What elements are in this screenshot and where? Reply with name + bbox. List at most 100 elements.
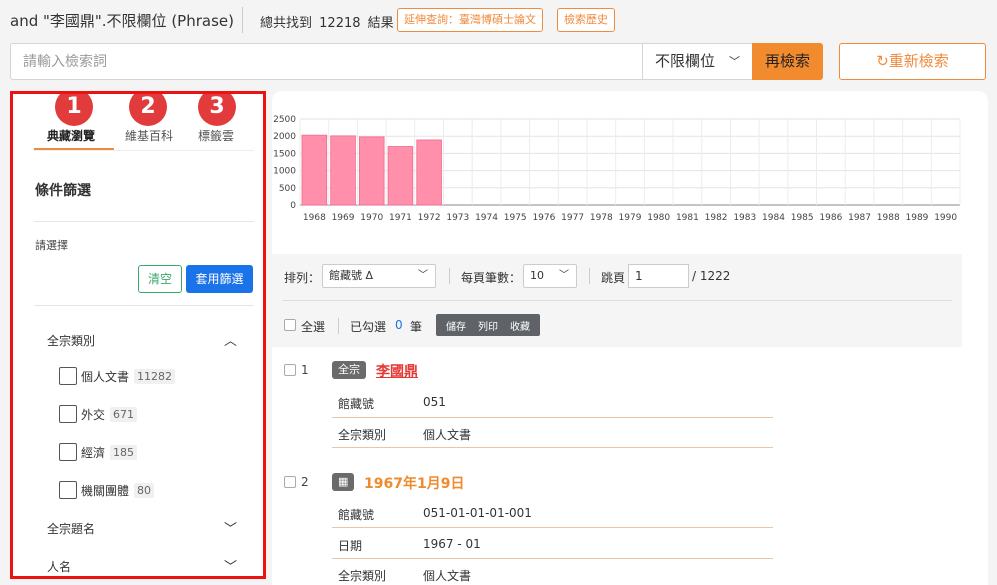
chevron-up-icon[interactable]: ︿ (224, 330, 237, 349)
tab-collection-browse[interactable]: 典藏瀏覽 (47, 127, 95, 144)
year-distribution-chart: 0 500 1000 1500 2000 2500 1968 1969 1970 1971 1972… (273, 115, 961, 223)
select-all-checkbox[interactable] (284, 319, 296, 331)
x-tick-label: 1981 (676, 213, 699, 223)
x-tick-label: 1988 (877, 213, 900, 223)
result-checkbox[interactable] (284, 364, 296, 376)
y-tick-label: 2500 (273, 115, 296, 125)
bar-1970[interactable] (358, 136, 385, 206)
total-prefix: 總共找到 (260, 16, 313, 31)
result-index: 1 (301, 363, 309, 377)
badge-2: 2 (129, 94, 167, 126)
top-bar: and "李國鼎".不限欄位 (Phrase) 總共找到 12218 結果 延伸… (0, 0, 997, 40)
meta-value: 051 (423, 395, 446, 409)
divider (332, 527, 773, 528)
tabs-baseline (34, 150, 254, 151)
result-title-link[interactable]: 1967年1月9日 (364, 473, 464, 493)
reset-label: 重新檢索 (888, 52, 949, 70)
x-tick-label: 1987 (848, 213, 871, 223)
clear-filter-button[interactable]: 清空 (138, 265, 182, 293)
bar-1972[interactable] (416, 139, 442, 206)
facet-item-count: 11282 (134, 368, 176, 384)
x-tick-label: 1982 (705, 213, 728, 223)
checkbox[interactable] (59, 481, 77, 499)
y-tick-label: 1500 (273, 149, 296, 159)
facet-item-count: 80 (134, 482, 155, 498)
select-all-label[interactable]: 全選 (301, 318, 325, 335)
collect-button[interactable]: 收藏 (504, 318, 536, 333)
apply-filter-button[interactable]: 套用篩選 (186, 265, 253, 293)
extend-query-button[interactable]: 延伸查詢：臺灣博碩士論文 (397, 8, 543, 32)
total-count: 12218 (319, 16, 361, 31)
field-select[interactable]: 不限欄位 ﹀ (642, 44, 752, 79)
checked-count: 0 (395, 318, 403, 332)
page-total: / 1222 (692, 269, 731, 283)
facet-item[interactable]: 機關團體 80 (59, 480, 155, 500)
facet-item[interactable]: 個人文書 11282 (59, 366, 176, 386)
result-type-badge: 全宗 (332, 361, 366, 379)
divider (34, 221, 254, 222)
meta-label: 全宗類別 (338, 569, 387, 583)
refresh-icon: ↻ (876, 52, 889, 70)
facet-item-count: 671 (110, 406, 138, 422)
reset-search-button[interactable]: ↻重新檢索 (839, 43, 986, 80)
save-button[interactable]: 儲存 (440, 318, 472, 333)
divider (332, 447, 773, 448)
search-history-button[interactable]: 檢索歷史 (557, 8, 615, 32)
page-input[interactable]: 1 (628, 264, 689, 288)
facet-fonds-category[interactable]: 全宗類別 (47, 332, 95, 349)
checkbox[interactable] (59, 443, 77, 461)
checked-unit: 筆 (410, 320, 423, 334)
search-bar: 不限欄位 ﹀ 再檢索 (10, 43, 823, 80)
filter-title: 條件篩選 (35, 183, 91, 199)
bar-1969[interactable] (330, 135, 356, 206)
x-tick-label: 1978 (590, 213, 613, 223)
bar-1971[interactable] (387, 146, 414, 206)
checked-label: 已勾選 (350, 320, 387, 334)
x-tick-label: 1968 (303, 213, 326, 223)
result-checkbox[interactable] (284, 476, 296, 488)
x-tick-label: 1979 (619, 213, 642, 223)
facet-item[interactable]: 外交 671 (59, 404, 138, 424)
facet-person-name[interactable]: 人名 (47, 558, 71, 575)
bar-1968[interactable] (301, 134, 328, 206)
print-button[interactable]: 列印 (472, 318, 504, 333)
x-tick-label: 1972 (418, 213, 441, 223)
tab-wikipedia[interactable]: 維基百科 (125, 127, 173, 144)
x-tick-label: 1986 (819, 213, 842, 223)
checkbox[interactable] (59, 405, 77, 423)
checkbox[interactable] (59, 367, 77, 385)
facet-item-label: 外交 (81, 407, 106, 422)
meta-label: 日期 (338, 539, 363, 553)
chevron-down-icon[interactable]: ﹀ (224, 556, 237, 575)
separator (338, 318, 339, 334)
meta-value: 051-01-01-01-001 (423, 506, 532, 520)
file-icon: ▦ (332, 473, 355, 491)
active-tab-indicator (34, 148, 114, 150)
meta-label: 館藏號 (338, 508, 375, 522)
search-input[interactable] (11, 44, 641, 79)
facet-item[interactable]: 經濟 185 (59, 442, 138, 462)
x-tick-label: 1983 (733, 213, 756, 223)
per-page-select[interactable]: 10 ﹀ (523, 264, 577, 288)
sort-value: 館藏號 Δ (329, 269, 374, 282)
per-page-value: 10 (530, 269, 544, 282)
sidebar: 1 2 3 典藏瀏覽 維基百科 標籤雲 條件篩選 請選擇 清空 套用篩選 全宗類… (10, 91, 266, 579)
facet-item-label: 經濟 (81, 445, 106, 460)
meta-label: 全宗類別 (338, 428, 387, 442)
x-tick-label: 1971 (389, 213, 412, 223)
per-page-label: 每頁筆數： (461, 271, 522, 285)
research-button[interactable]: 再檢索 (752, 43, 823, 80)
sort-label: 排列： (284, 271, 321, 285)
badge-3: 3 (198, 94, 236, 126)
tab-tag-cloud[interactable]: 標籤雲 (198, 127, 234, 144)
result-title-link[interactable]: 李國鼎 (376, 361, 418, 381)
facet-fonds-title[interactable]: 全宗題名 (47, 520, 95, 537)
x-tick-label: 1976 (532, 213, 555, 223)
sort-select[interactable]: 館藏號 Δ ﹀ (322, 264, 436, 288)
jump-label: 跳頁 (601, 271, 626, 285)
chevron-down-icon[interactable]: ﹀ (224, 518, 237, 537)
result-controls: 排列： 館藏號 Δ ﹀ 每頁筆數： 10 ﹀ 跳頁 1 / 1222 全選 已勾… (272, 254, 962, 347)
total-results: 總共找到 12218 結果 (260, 12, 394, 31)
chevron-down-icon: ﹀ (559, 270, 569, 281)
field-select-value: 不限欄位 (655, 52, 716, 70)
